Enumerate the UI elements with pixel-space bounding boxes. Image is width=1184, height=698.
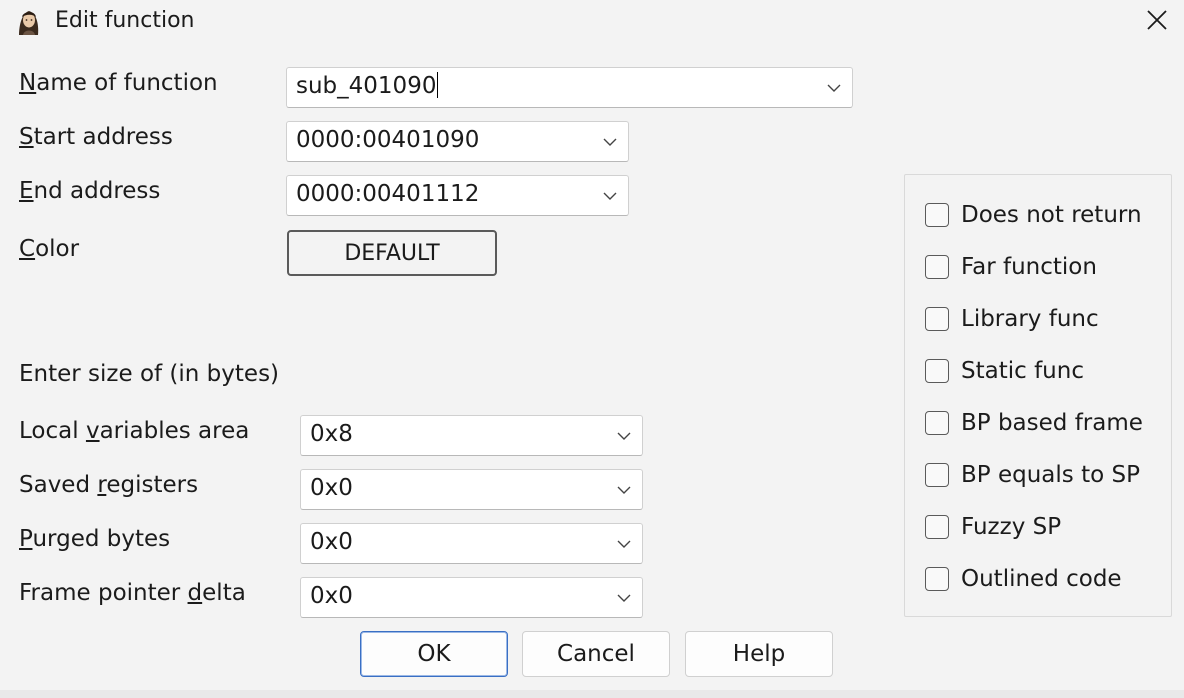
end-address-value: 0000:00401112 (296, 181, 480, 207)
chevron-down-icon[interactable] (602, 134, 618, 150)
size-section-heading: Enter size of (in bytes) (19, 361, 280, 387)
local-variables-combo[interactable]: 0x8 (300, 415, 643, 456)
close-icon (1147, 10, 1167, 30)
local-variables-label: Local variables area (19, 418, 250, 444)
function-name-value: sub_401090 (296, 73, 437, 99)
purged-bytes-label: Purged bytes (19, 526, 171, 552)
checkbox[interactable] (925, 463, 949, 487)
flag-static-func[interactable]: Static func (925, 356, 1084, 386)
flag-does-not-return[interactable]: Does not return (925, 200, 1142, 230)
frame-pointer-delta-combo[interactable]: 0x0 (300, 577, 643, 618)
saved-registers-label: Saved registers (19, 472, 199, 498)
checkbox[interactable] (925, 567, 949, 591)
start-address-combo[interactable]: 0000:00401090 (286, 121, 629, 162)
dialog-title: Edit function (55, 8, 195, 33)
flag-bp-equals-sp[interactable]: BP equals to SP (925, 460, 1140, 490)
end-address-combo[interactable]: 0000:00401112 (286, 175, 629, 216)
checkbox[interactable] (925, 359, 949, 383)
chevron-down-icon[interactable] (826, 80, 842, 96)
flag-far-function[interactable]: Far function (925, 252, 1097, 282)
saved-registers-combo[interactable]: 0x0 (300, 469, 643, 510)
help-button[interactable]: Help (685, 631, 833, 677)
flag-fuzzy-sp[interactable]: Fuzzy SP (925, 512, 1061, 542)
text-caret (437, 71, 439, 98)
close-button[interactable] (1137, 2, 1177, 38)
checkbox[interactable] (925, 515, 949, 539)
purged-bytes-combo[interactable]: 0x0 (300, 523, 643, 564)
end-address-label: End address (19, 178, 161, 204)
function-flags-group: Does not return Far function Library fun… (904, 174, 1172, 617)
start-address-label: Start address (19, 124, 173, 150)
local-variables-value: 0x8 (310, 421, 353, 447)
checkbox[interactable] (925, 203, 949, 227)
chevron-down-icon[interactable] (616, 536, 632, 552)
edit-function-dialog: Edit function Name of function sub_40109… (0, 0, 1184, 698)
flag-outlined-code[interactable]: Outlined code (925, 564, 1122, 594)
saved-registers-value: 0x0 (310, 475, 353, 501)
frame-pointer-delta-label: Frame pointer delta (19, 580, 246, 606)
flag-bp-based-frame[interactable]: BP based frame (925, 408, 1143, 438)
chevron-down-icon[interactable] (616, 590, 632, 606)
chevron-down-icon[interactable] (616, 482, 632, 498)
checkbox[interactable] (925, 411, 949, 435)
chevron-down-icon[interactable] (602, 188, 618, 204)
background-window-strip (0, 690, 1184, 698)
function-name-combo[interactable]: sub_401090 (286, 67, 853, 108)
color-label: Color (19, 236, 80, 262)
color-default-button[interactable]: DEFAULT (287, 230, 497, 276)
checkbox[interactable] (925, 307, 949, 331)
chevron-down-icon[interactable] (616, 428, 632, 444)
cancel-button[interactable]: Cancel (522, 631, 670, 677)
flag-library-func[interactable]: Library func (925, 304, 1099, 334)
ida-portrait-icon (13, 5, 45, 37)
ok-button[interactable]: OK (360, 631, 508, 677)
checkbox[interactable] (925, 255, 949, 279)
start-address-value: 0000:00401090 (296, 127, 480, 153)
frame-pointer-delta-value: 0x0 (310, 583, 353, 609)
name-of-function-label: Name of function (19, 70, 218, 96)
title-bar: Edit function (0, 0, 1184, 42)
purged-bytes-value: 0x0 (310, 529, 353, 555)
